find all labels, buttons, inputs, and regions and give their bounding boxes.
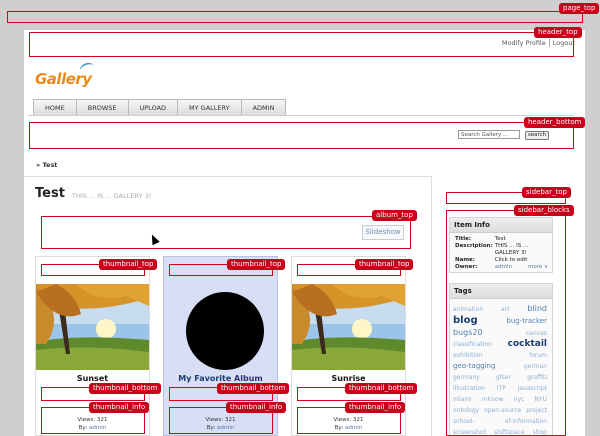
- nav-divider: [28, 115, 574, 116]
- sunrise-photo[interactable]: [292, 284, 405, 370]
- main-nav: HOME BROWSE UPLOAD MY GALLERY ADMIN: [33, 99, 287, 116]
- nav-tab-my-gallery[interactable]: MY GALLERY: [177, 99, 242, 116]
- header-bottom-tag: header_bottom: [524, 117, 586, 128]
- thumbnail-bottom-tag: thumbnail_bottom: [345, 383, 418, 394]
- header-top-region: [29, 32, 574, 57]
- album-description: THIS ... IS ... GALLERY 3!: [72, 192, 152, 200]
- nav-tab-home[interactable]: HOME: [33, 99, 77, 116]
- thumbnail-title[interactable]: Sunset: [36, 374, 149, 383]
- album-top-tag: album_top: [372, 210, 417, 221]
- thumbnail-top-tag: thumbnail_top: [99, 259, 158, 270]
- thumbnail-top-tag: thumbnail_top: [227, 259, 286, 270]
- breadcrumb: » Test: [36, 161, 58, 169]
- thumbnail-title[interactable]: Sunrise: [292, 374, 405, 383]
- sidebar-blocks-region: [446, 210, 566, 436]
- header-bottom-region: [29, 122, 574, 149]
- page-top-region: [7, 11, 583, 23]
- album-title: Test: [35, 186, 65, 201]
- page-top-tag: page_top: [559, 3, 600, 14]
- thumbnail-info-tag: thumbnail_info: [89, 402, 150, 413]
- sidebar-blocks-tag: sidebar_blocks: [514, 205, 574, 216]
- nav-tab-browse[interactable]: BROWSE: [75, 99, 129, 116]
- album-cover[interactable]: [164, 284, 277, 370]
- album-top-region: [41, 216, 411, 249]
- thumbnail-bottom-tag: thumbnail_bottom: [217, 383, 290, 394]
- thumbnail-info-tag: thumbnail_info: [345, 402, 406, 413]
- nav-tab-upload[interactable]: UPLOAD: [127, 99, 179, 116]
- sidebar-top-tag: sidebar_top: [522, 187, 571, 198]
- thumbnail-title[interactable]: My Favorite Album: [164, 374, 277, 383]
- thumbnail-top-tag: thumbnail_top: [355, 259, 414, 270]
- sunset-photo[interactable]: [36, 284, 149, 370]
- nav-tab-admin[interactable]: ADMIN: [240, 99, 287, 116]
- thumbnail-bottom-tag: thumbnail_bottom: [89, 383, 162, 394]
- thumbnail-info-tag: thumbnail_info: [226, 402, 287, 413]
- header-top-tag: header_top: [534, 27, 582, 38]
